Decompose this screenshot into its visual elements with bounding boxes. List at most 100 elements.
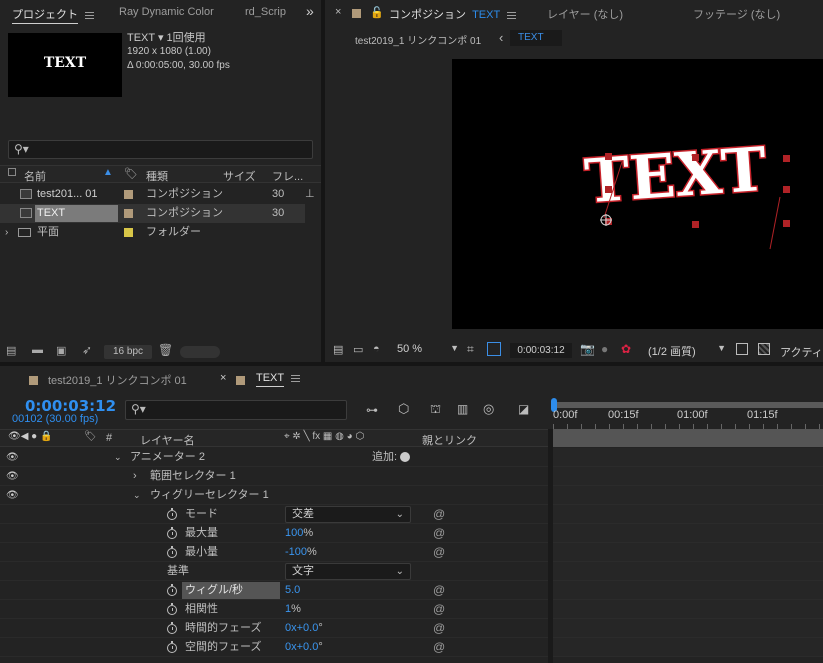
- property-value[interactable]: 1%: [285, 600, 301, 619]
- close-icon[interactable]: ×: [220, 372, 226, 384]
- stopwatch-icon[interactable]: [167, 584, 177, 596]
- tab-project[interactable]: プロジェクト: [12, 6, 95, 24]
- stopwatch-icon[interactable]: [167, 622, 177, 634]
- resolution-dropdown[interactable]: (1/2 画質) ▼: [648, 343, 726, 359]
- close-icon[interactable]: ×: [335, 6, 341, 18]
- eye-icon[interactable]: 👁: [6, 486, 19, 505]
- render-icon[interactable]: ➶: [82, 343, 92, 357]
- stopwatch-icon[interactable]: [167, 641, 177, 653]
- col-layer-name[interactable]: レイヤー名: [140, 432, 195, 448]
- breadcrumb-back-icon[interactable]: ‹: [499, 30, 503, 45]
- zoom-dropdown[interactable]: 50 % ▼: [397, 343, 459, 359]
- show-snapshot-icon[interactable]: ●: [601, 342, 608, 356]
- comp-viewer[interactable]: TEXT: [325, 50, 823, 335]
- color-channels-icon[interactable]: ✿: [621, 342, 631, 356]
- twirl-open-icon[interactable]: ⌄: [114, 448, 122, 467]
- timeline-splitter[interactable]: [548, 429, 553, 663]
- active-camera-dropdown[interactable]: アクティ: [780, 344, 823, 360]
- more-panels-icon[interactable]: »: [306, 3, 314, 19]
- stopwatch-icon[interactable]: [167, 603, 177, 615]
- expression-pickwhip-icon[interactable]: @: [433, 505, 445, 524]
- property-animator-2[interactable]: 👁 ⌄ アニメーター 2 追加:: [0, 448, 548, 467]
- project-search-input[interactable]: ⚲▾: [8, 140, 313, 159]
- project-item-folder[interactable]: › 平面 フォルダー: [0, 223, 321, 242]
- col-frame[interactable]: フレ...: [272, 168, 303, 184]
- col-size[interactable]: サイズ: [223, 168, 256, 184]
- expression-pickwhip-icon[interactable]: @: [433, 638, 445, 657]
- timecode-display[interactable]: 0:00:03:12: [510, 343, 572, 358]
- twirl-closed-icon[interactable]: ›: [133, 467, 137, 486]
- comp-canvas[interactable]: TEXT: [452, 59, 823, 329]
- flowchart-icon[interactable]: ⊥: [305, 185, 315, 204]
- twirl-open-icon[interactable]: ⌄: [133, 486, 141, 505]
- shy-layers-icon[interactable]: ⛫: [430, 402, 441, 418]
- eye-icon[interactable]: 👁: [6, 467, 19, 486]
- lock-icon[interactable]: 🔓: [370, 6, 384, 19]
- tab-layer[interactable]: レイヤー (なし): [547, 6, 623, 22]
- expression-pickwhip-icon[interactable]: @: [433, 619, 445, 638]
- col-type[interactable]: 種類: [146, 168, 168, 184]
- property-value[interactable]: 5.0: [285, 581, 300, 600]
- property-value[interactable]: 0x+0.0°: [285, 638, 323, 657]
- breadcrumb-parent[interactable]: test2019_1 リンクコンポ 01: [355, 32, 481, 47]
- property-value[interactable]: -100%: [285, 543, 317, 562]
- property-wiggles-per-second[interactable]: ウィグル/秒 5.0 @: [0, 581, 548, 600]
- property-value[interactable]: 0x+0.0°: [285, 619, 323, 638]
- property-correlation[interactable]: 相関性 1% @: [0, 600, 548, 619]
- property-min-amount[interactable]: 最小量 -100% @: [0, 543, 548, 562]
- mode-dropdown[interactable]: 交差 ⌄: [285, 506, 411, 523]
- bpc-button[interactable]: 16 bpc: [104, 345, 152, 359]
- snapshot-icon[interactable]: 📷: [580, 342, 595, 356]
- stopwatch-icon[interactable]: [167, 508, 177, 520]
- grid-icon[interactable]: ⌗: [467, 342, 474, 357]
- property-max-amount[interactable]: 最大量 100% @: [0, 524, 548, 543]
- based-on-dropdown[interactable]: 文字 ⌄: [285, 563, 411, 580]
- graph-editor-icon[interactable]: ◪: [518, 402, 529, 416]
- tab-text-comp[interactable]: TEXT: [256, 372, 300, 387]
- property-spatial-phase[interactable]: 空間的フェーズ 0x+0.0° @: [0, 638, 548, 657]
- property-range-selector[interactable]: 👁 › 範囲セレクター 1: [0, 467, 548, 486]
- property-temporal-phase[interactable]: 時間的フェーズ 0x+0.0° @: [0, 619, 548, 638]
- property-mode[interactable]: モード 交差 ⌄ @: [0, 505, 548, 524]
- tab-footage[interactable]: フッテージ (なし): [693, 6, 780, 22]
- expression-pickwhip-icon[interactable]: @: [433, 581, 445, 600]
- property-based-on[interactable]: 基準 文字 ⌄: [0, 562, 548, 581]
- interpret-footage-icon[interactable]: ▤: [6, 344, 16, 357]
- work-area-bar[interactable]: [553, 402, 823, 408]
- add-menu-label[interactable]: 追加:: [372, 448, 397, 467]
- mask-visibility-icon[interactable]: ◓: [373, 343, 380, 355]
- tab-rd-scrip[interactable]: rd_Scrip: [245, 6, 286, 18]
- tab-composition[interactable]: コンポジション TEXT: [389, 6, 517, 22]
- timeline-search-input[interactable]: ⚲▾: [125, 400, 347, 420]
- col-parent[interactable]: 親とリンク: [422, 432, 477, 448]
- expression-pickwhip-icon[interactable]: @: [433, 600, 445, 619]
- new-comp-icon[interactable]: ▣: [56, 344, 66, 357]
- project-item-test2019[interactable]: test201... 01 コンポジション 30 ⊥: [0, 185, 321, 204]
- trash-icon[interactable]: 🗑: [158, 343, 173, 357]
- panel-menu-icon[interactable]: [290, 374, 300, 382]
- transparency-grid-icon[interactable]: [758, 343, 770, 355]
- twirl-closed-icon[interactable]: ›: [5, 223, 8, 242]
- breadcrumb-current[interactable]: TEXT: [510, 30, 562, 46]
- monitor-icon[interactable]: ▭: [353, 343, 363, 356]
- col-name[interactable]: 名前: [24, 168, 46, 184]
- add-menu-icon[interactable]: [400, 452, 410, 462]
- stopwatch-icon[interactable]: [167, 527, 177, 539]
- project-item-text[interactable]: TEXT コンポジション 30: [0, 204, 305, 223]
- tab-ray-dynamic-color[interactable]: Ray Dynamic Color: [119, 6, 214, 18]
- stopwatch-icon[interactable]: [167, 546, 177, 558]
- property-wiggly-selector[interactable]: 👁 ⌄ ウィグリーセレクター 1: [0, 486, 548, 505]
- property-value[interactable]: 100%: [285, 524, 313, 543]
- tab-test2019-comp[interactable]: test2019_1 リンクコンポ 01: [48, 372, 187, 388]
- eye-icon[interactable]: 👁: [6, 448, 19, 467]
- always-preview-icon[interactable]: ▤: [333, 343, 343, 356]
- panel-menu-icon[interactable]: [85, 11, 95, 19]
- canvas-text-layer[interactable]: TEXT: [452, 59, 823, 329]
- composition-flowchart-icon[interactable]: ⊶: [366, 403, 378, 417]
- new-folder-icon[interactable]: ▬: [32, 344, 43, 356]
- expression-pickwhip-icon[interactable]: @: [433, 524, 445, 543]
- target-region-icon[interactable]: [736, 343, 748, 355]
- expression-pickwhip-icon[interactable]: @: [433, 543, 445, 562]
- frame-blending-icon[interactable]: ▥: [457, 402, 468, 416]
- panel-menu-icon[interactable]: [507, 11, 517, 19]
